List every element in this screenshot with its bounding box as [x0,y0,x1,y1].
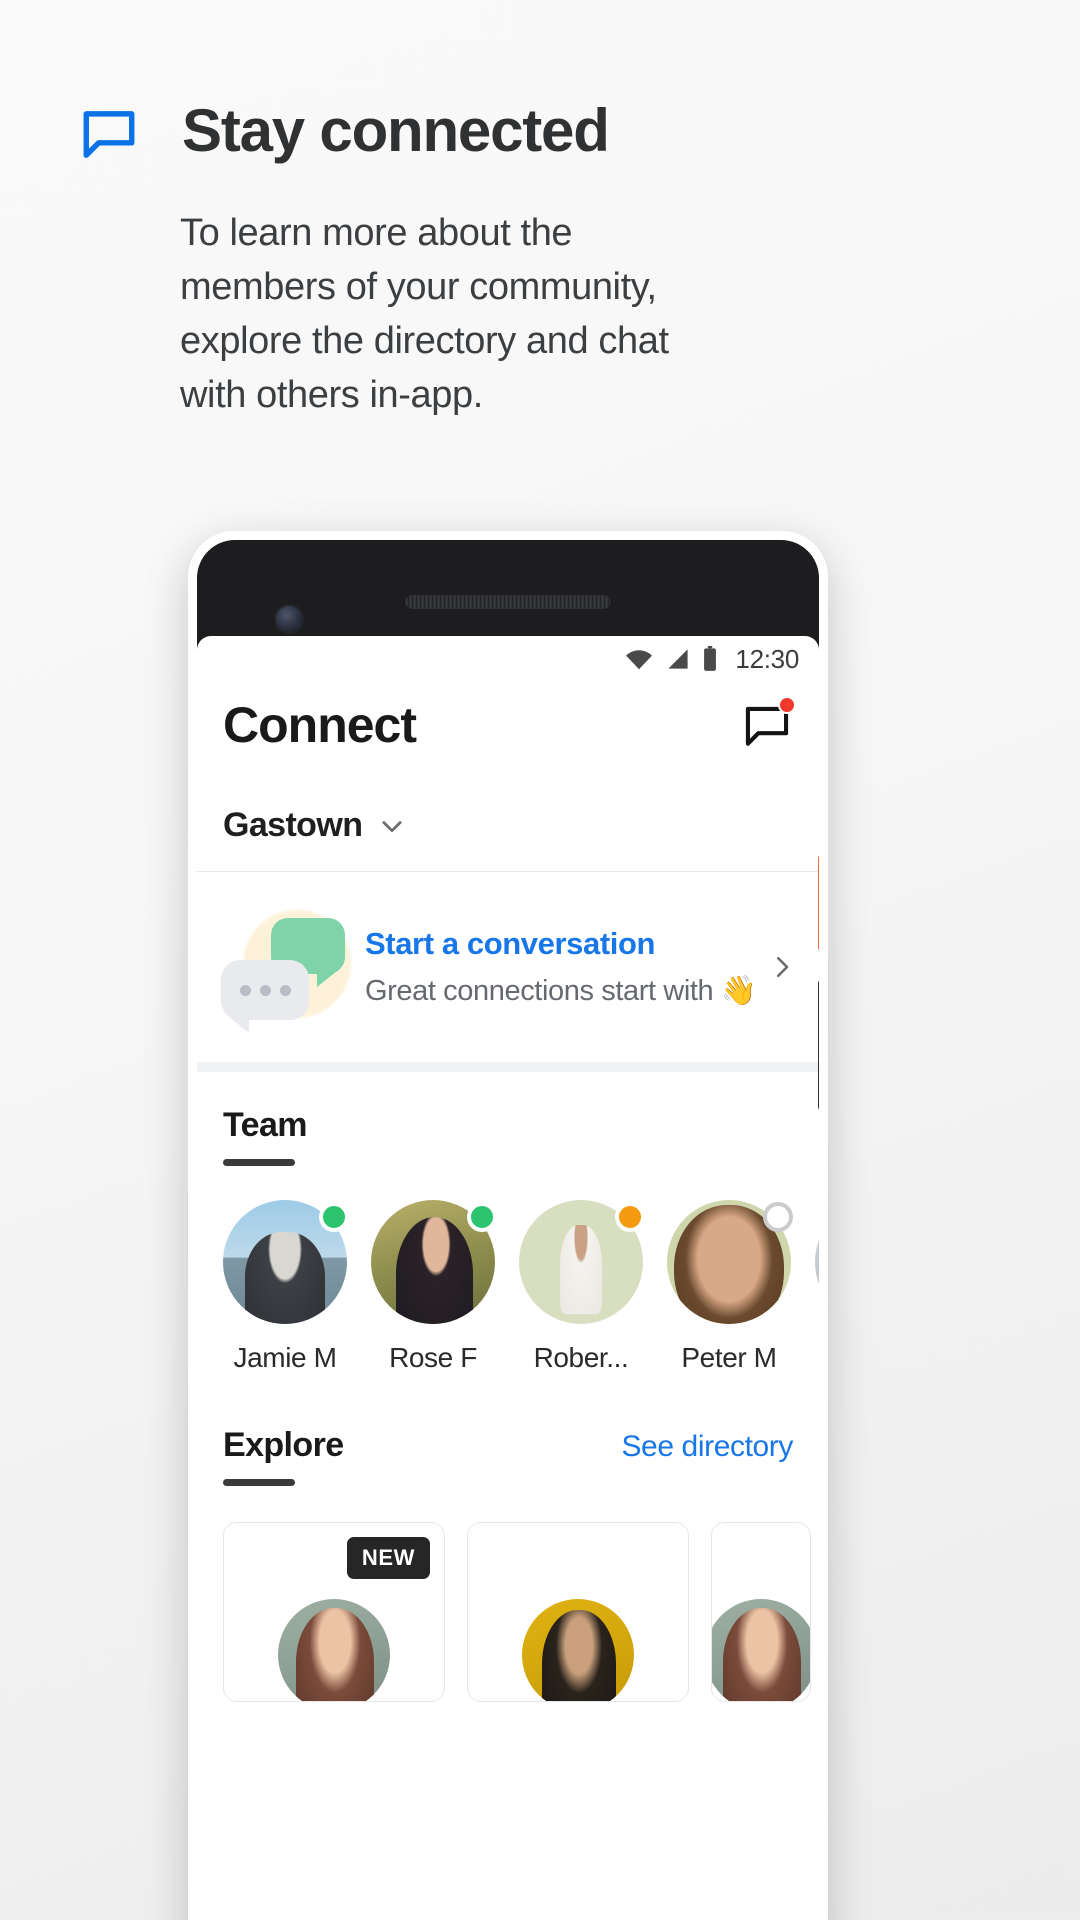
list-item[interactable]: Rober... [519,1200,645,1374]
avatar-image [522,1599,634,1701]
earpiece-speaker [405,595,611,609]
typing-dot [239,984,251,996]
promo-title-row: Stay connected [0,0,1080,162]
avatar[interactable] [815,1200,819,1324]
status-badge [467,1202,497,1232]
avatar[interactable] [223,1200,349,1324]
member-name: Peter M [681,1342,777,1373]
phone-bezel: 12:30 Connect Gastown Start a conversati… [197,540,819,1920]
explore-section-header: Explore See directory [223,1426,793,1465]
messages-button[interactable] [741,696,796,751]
status-badge [319,1202,349,1232]
volume-button[interactable] [818,980,819,1110]
new-badge: NEW [346,1537,430,1579]
promo-body-text: To learn more about the members of your … [180,212,669,416]
explore-card[interactable]: NEW [223,1522,445,1702]
member-name: Rober... [533,1342,629,1373]
grey-bubble-icon [221,960,309,1033]
community-selector[interactable]: Gastown [197,754,819,872]
power-button[interactable] [818,855,819,951]
app-title: Connect [223,697,417,753]
status-badge [763,1202,793,1232]
unread-badge [778,696,796,714]
member-name: Rach [815,1342,819,1374]
promo-section: Stay connected To learn more about the m… [0,0,1080,422]
avatar-image [815,1200,819,1324]
avatar[interactable] [667,1200,793,1324]
chevron-right-icon [763,952,797,982]
team-members-list[interactable]: Jamie M Rose F Rober... Peter M [197,1166,819,1374]
conversation-card-title: Start a conversation [365,926,656,961]
community-name: Gastown [223,806,363,844]
member-name: Rose F [389,1342,477,1373]
page-title: Stay connected [182,97,610,164]
phone-mockup: 12:30 Connect Gastown Start a conversati… [188,531,828,1920]
start-conversation-card[interactable]: Start a conversation Great connections s… [197,872,819,1072]
conversation-card-subtitle: Great connections start with 👋 [365,975,757,1007]
list-item[interactable]: Rach [815,1200,819,1374]
explore-card[interactable] [467,1522,689,1702]
status-bar-time: 12:30 [735,643,799,674]
cell-signal-icon [665,647,691,671]
see-directory-link[interactable]: See directory [621,1430,793,1464]
team-title-underline [223,1159,295,1166]
battery-full-icon [702,646,718,672]
member-name: Jamie M [233,1342,337,1373]
explore-card[interactable] [711,1522,811,1702]
avatar-image [278,1599,390,1701]
status-bar: 12:30 [197,636,819,682]
team-section-header: Team [223,1106,793,1145]
front-camera-icon [276,606,302,632]
list-item[interactable]: Rose F [371,1200,497,1374]
app-screen: 12:30 Connect Gastown Start a conversati… [197,636,819,1920]
typing-dot [279,984,291,996]
conversation-card-text: Start a conversation Great connections s… [357,926,757,1008]
wifi-icon [624,647,654,671]
app-header: Connect [197,682,819,754]
avatar[interactable] [519,1200,645,1324]
speech-bubbles-illustration [215,904,351,1033]
team-title: Team [223,1106,308,1144]
chat-bubble-icon [78,102,140,164]
team-section: Team [197,1072,819,1166]
explore-title: Explore [223,1426,344,1464]
explore-title-underline [223,1479,295,1486]
chevron-down-icon [378,812,406,840]
avatar-image [712,1599,810,1701]
typing-dot [259,984,271,996]
explore-cards-list[interactable]: NEW [197,1486,819,1702]
explore-section: Explore See directory [197,1374,819,1486]
list-item[interactable]: Peter M [667,1200,793,1374]
list-item[interactable]: Jamie M [223,1200,349,1374]
status-badge [615,1202,645,1232]
avatar[interactable] [371,1200,497,1324]
